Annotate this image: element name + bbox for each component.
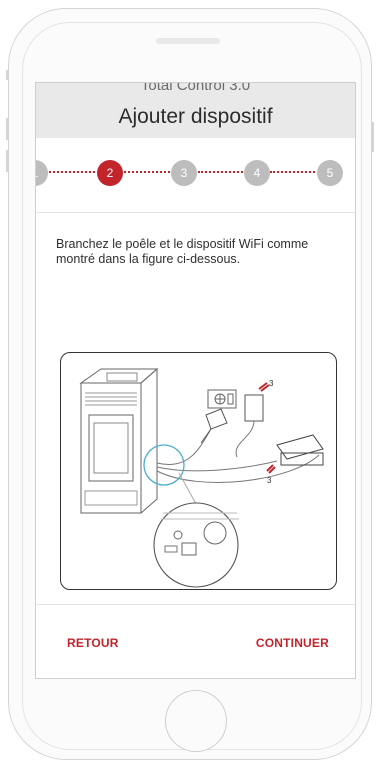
page-title: Ajouter dispositif	[118, 105, 273, 128]
step-connector	[198, 171, 243, 174]
step-connector	[124, 171, 170, 174]
step-4: 4	[244, 160, 270, 186]
volume-up-button	[6, 118, 9, 140]
continue-button[interactable]: CONTINUER	[256, 636, 329, 650]
step-3: 3	[171, 160, 197, 186]
instruction-text: Branchez le poêle et le dispositif WiFi …	[56, 237, 309, 266]
power-button	[371, 122, 374, 152]
step-2: 2	[97, 160, 123, 186]
volume-button	[6, 70, 9, 80]
callout-number-bottom: 3	[267, 476, 272, 485]
app-name: Total Control 3.0	[140, 82, 251, 94]
app-header: Total Control 3.0 Ajouter dispositif	[36, 83, 355, 138]
step-5: 5	[317, 160, 343, 186]
app-screen: Total Control 3.0 Ajouter dispositif 1 2…	[35, 82, 356, 679]
volume-down-button	[6, 150, 9, 172]
callout-number-top: 3	[269, 379, 274, 388]
footer-divider	[36, 604, 355, 605]
speaker-grille	[156, 38, 220, 44]
back-button[interactable]: RETOUR	[67, 636, 119, 650]
home-button[interactable]	[165, 690, 227, 752]
stove-wifi-illustration: 3 3	[79, 367, 324, 588]
step-connector	[270, 171, 315, 174]
step-connector	[49, 171, 95, 174]
connection-diagram: 3 3	[60, 352, 337, 590]
